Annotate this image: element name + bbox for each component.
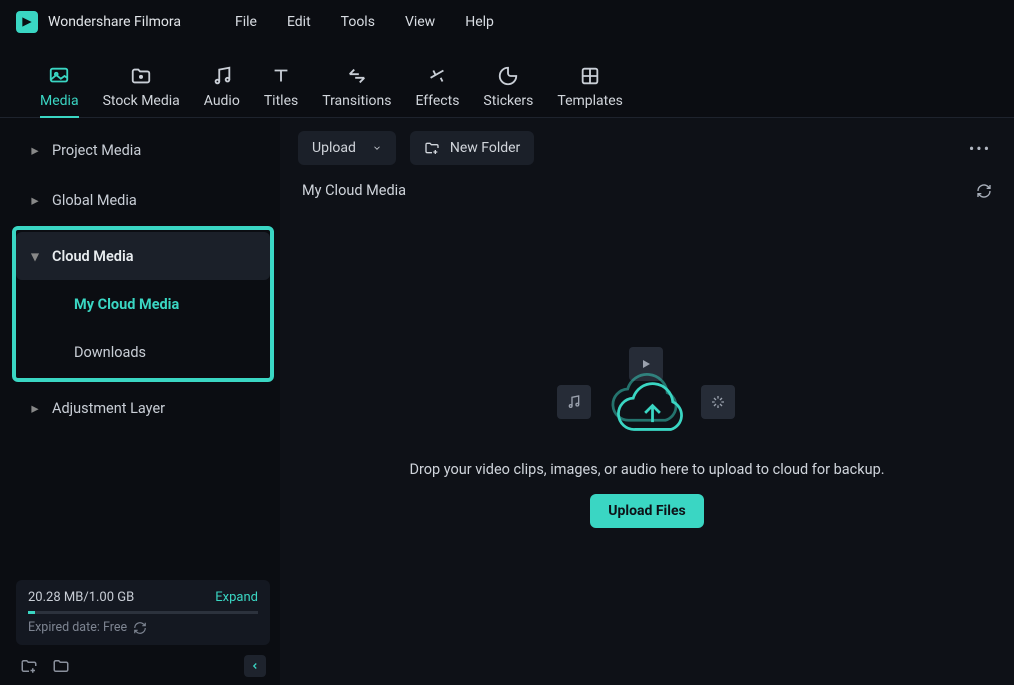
content-toolbar: Upload New Folder ••• [298, 128, 996, 168]
expand-storage-link[interactable]: Expand [215, 590, 258, 605]
menu-help[interactable]: Help [465, 14, 494, 30]
dropzone[interactable]: Drop your video clips, images, or audio … [298, 207, 996, 675]
tab-audio[interactable]: Audio [204, 63, 240, 117]
text-icon [268, 63, 294, 89]
new-folder-button[interactable]: New Folder [410, 131, 534, 165]
upload-dropdown[interactable]: Upload [298, 131, 396, 165]
upload-files-button[interactable]: Upload Files [590, 494, 703, 528]
sidebar-item-label: Adjustment Layer [52, 400, 165, 417]
sidebar-collapse-button[interactable] [244, 655, 266, 677]
main: ▸ Project Media ▸ Global Media ▾ Cloud M… [0, 118, 1014, 685]
menu-view[interactable]: View [405, 14, 435, 30]
sidebar-item-global-media[interactable]: ▸ Global Media [16, 176, 270, 224]
tab-media[interactable]: Media [40, 63, 79, 117]
new-folder-icon[interactable] [20, 657, 38, 675]
storage-bar-fill [28, 611, 35, 614]
chevron-down-icon: ▾ [30, 248, 40, 265]
sidebar-item-adjustment-layer[interactable]: ▸ Adjustment Layer [16, 384, 270, 432]
storage-panel: 20.28 MB/1.00 GB Expand Expired date: Fr… [16, 580, 270, 645]
tab-label: Media [40, 93, 79, 109]
folder-icon[interactable] [52, 657, 70, 675]
upload-illustration [547, 355, 747, 445]
music-file-icon [557, 385, 591, 419]
folder-icon [128, 63, 154, 89]
footer-icons [20, 657, 70, 675]
tab-templates[interactable]: Templates [557, 63, 623, 117]
sidebar-item-label: Project Media [52, 142, 141, 159]
sidebar-footer [16, 645, 270, 677]
tab-stickers[interactable]: Stickers [483, 63, 533, 117]
app-name: Wondershare Filmora [48, 14, 181, 30]
sidebar-item-my-cloud-media[interactable]: My Cloud Media [16, 280, 270, 328]
sidebar-item-label: Downloads [74, 344, 146, 361]
refresh-icon[interactable] [133, 621, 147, 635]
new-folder-label: New Folder [450, 140, 520, 156]
drop-text: Drop your video clips, images, or audio … [409, 461, 884, 478]
grid-icon [577, 63, 603, 89]
sidebar-item-label: My Cloud Media [74, 296, 179, 313]
app-brand: Wondershare Filmora [16, 11, 181, 33]
storage-usage: 20.28 MB/1.00 GB [28, 590, 134, 605]
image-icon [46, 63, 72, 89]
storage-expire-row: Expired date: Free [28, 620, 258, 635]
upload-label: Upload [312, 140, 356, 156]
cloud-upload-icon [601, 365, 693, 435]
storage-bar [28, 611, 258, 614]
chevron-right-icon: ▸ [30, 192, 40, 209]
menu-edit[interactable]: Edit [287, 14, 311, 30]
sparkle-icon [424, 63, 450, 89]
tab-titles[interactable]: Titles [264, 63, 298, 117]
cloud-media-highlight: ▾ Cloud Media My Cloud Media Downloads [12, 226, 274, 382]
tab-label: Transitions [322, 93, 391, 109]
tab-effects[interactable]: Effects [415, 63, 459, 117]
sidebar-item-label: Global Media [52, 192, 137, 209]
titlebar: Wondershare Filmora File Edit Tools View… [0, 0, 1014, 44]
storage-usage-row: 20.28 MB/1.00 GB Expand [28, 590, 258, 605]
menubar: File Edit Tools View Help [235, 14, 494, 30]
sidebar: ▸ Project Media ▸ Global Media ▾ Cloud M… [0, 118, 280, 685]
effects-file-icon [701, 385, 735, 419]
sticker-icon [495, 63, 521, 89]
sidebar-item-cloud-media[interactable]: ▾ Cloud Media [16, 232, 270, 280]
tab-transitions[interactable]: Transitions [322, 63, 391, 117]
sidebar-item-downloads[interactable]: Downloads [16, 328, 270, 376]
menu-tools[interactable]: Tools [341, 14, 375, 30]
media-tree: ▸ Project Media ▸ Global Media ▾ Cloud M… [16, 126, 270, 570]
chevron-right-icon: ▸ [30, 142, 40, 159]
tab-label: Audio [204, 93, 240, 109]
chevron-down-icon [372, 143, 382, 153]
tab-label: Stickers [483, 93, 533, 109]
tab-label: Templates [557, 93, 623, 109]
tab-label: Titles [264, 93, 298, 109]
tabbar: Media Stock Media Audio Titles Transitio… [0, 44, 1014, 118]
tab-label: Effects [415, 93, 459, 109]
chevron-right-icon: ▸ [30, 400, 40, 417]
content: Upload New Folder ••• My Cloud Media [280, 118, 1014, 685]
more-button[interactable]: ••• [964, 139, 996, 158]
tab-stock-media[interactable]: Stock Media [103, 63, 180, 117]
music-icon [209, 63, 235, 89]
content-titlebar: My Cloud Media [298, 168, 996, 207]
panel-title: My Cloud Media [302, 182, 406, 199]
menu-file[interactable]: File [235, 14, 257, 30]
new-folder-icon [424, 140, 440, 156]
tab-label: Stock Media [103, 93, 180, 109]
app-logo-icon [16, 11, 38, 33]
sidebar-item-project-media[interactable]: ▸ Project Media [16, 126, 270, 174]
refresh-icon[interactable] [976, 183, 992, 199]
swap-icon [344, 63, 370, 89]
sidebar-item-label: Cloud Media [52, 248, 134, 265]
storage-expire-label: Expired date: Free [28, 620, 127, 635]
